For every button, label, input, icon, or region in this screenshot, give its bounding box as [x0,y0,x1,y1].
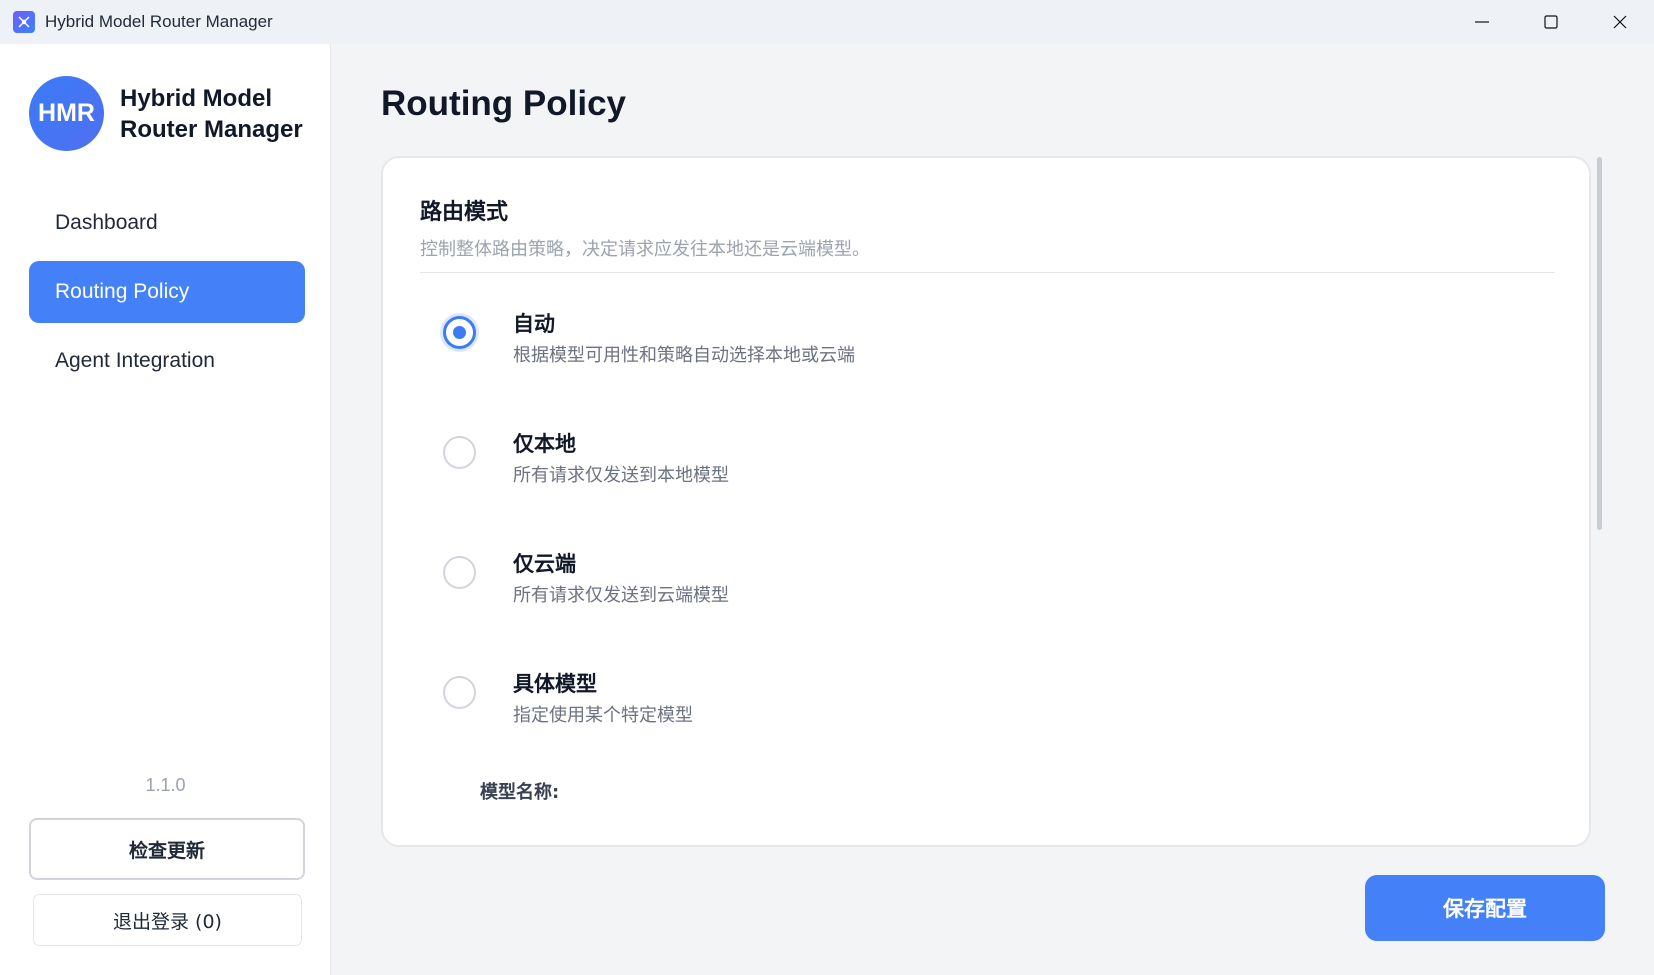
logout-button[interactable]: 退出登录 (0) [33,894,302,946]
brand-name: Hybrid Model Router Manager [120,83,320,145]
maximize-icon [1543,15,1558,29]
window-title: Hybrid Model Router Manager [45,12,273,31]
close-button[interactable] [1585,0,1654,44]
sidebar-nav: Dashboard Routing Policy Agent Integrati… [29,192,305,399]
save-config-button[interactable]: 保存配置 [1365,875,1605,941]
section-divider [420,272,1555,273]
radio-local-only[interactable] [443,436,476,469]
radio-cloud-only[interactable] [443,556,476,589]
radio-specific-model[interactable] [443,676,476,709]
option-label: 自动 [513,312,555,336]
radio-auto[interactable] [443,316,476,349]
minimize-button[interactable] [1447,0,1516,44]
model-name-label: 模型名称: [480,782,560,803]
section-title: 路由模式 [420,200,509,225]
option-description: 根据模型可用性和策略自动选择本地或云端 [513,345,855,366]
option-description: 所有请求仅发送到本地模型 [513,465,729,486]
option-description: 所有请求仅发送到云端模型 [513,585,729,606]
brand-name-line2: Router Manager [120,115,303,143]
maximize-button[interactable] [1516,0,1585,44]
option-label: 具体模型 [513,672,597,696]
brand: HMR Hybrid Model Router Manager [29,76,320,151]
section-description: 控制整体路由策略，决定请求应发往本地还是云端模型。 [420,239,870,260]
sidebar: HMR Hybrid Model Router Manager Dashboar… [0,44,331,975]
close-icon [1613,15,1626,29]
brand-name-line1: Hybrid Model [120,84,273,112]
option-label: 仅本地 [513,432,576,456]
router-app-icon [13,11,35,33]
card-scrollbar[interactable] [1597,157,1602,530]
option-description: 指定使用某个特定模型 [513,705,693,726]
routing-mode-card: 路由模式 控制整体路由策略，决定请求应发往本地还是云端模型。 自动 根据模型可用… [381,156,1591,847]
routing-option-local-only[interactable]: 仅本地 所有请求仅发送到本地模型 [443,428,1343,498]
page-title: Routing Policy [381,84,626,123]
sidebar-item-dashboard[interactable]: Dashboard [29,192,305,254]
option-label: 仅云端 [513,552,576,576]
routing-option-auto[interactable]: 自动 根据模型可用性和策略自动选择本地或云端 [443,308,1343,378]
routing-option-cloud-only[interactable]: 仅云端 所有请求仅发送到云端模型 [443,548,1343,618]
sidebar-item-agent-integration[interactable]: Agent Integration [29,330,305,392]
check-update-button[interactable]: 检查更新 [29,818,305,880]
routing-option-specific-model[interactable]: 具体模型 指定使用某个特定模型 [443,668,1343,738]
minimize-icon [1474,21,1489,23]
brand-logo: HMR [29,76,104,151]
version-label: 1.1.0 [145,775,186,795]
title-bar: Hybrid Model Router Manager [0,0,1654,44]
sidebar-item-routing-policy[interactable]: Routing Policy [29,261,305,323]
